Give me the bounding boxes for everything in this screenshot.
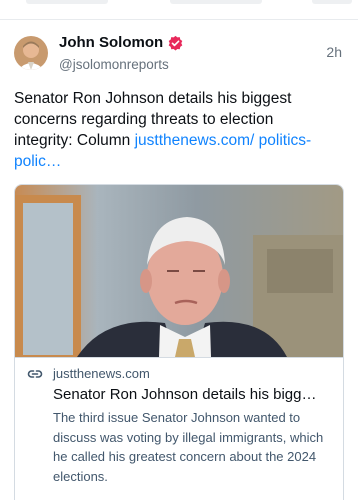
link-description: The third issue Senator Johnson wanted t… [53, 410, 324, 484]
author-name-text[interactable]: John Solomon [59, 34, 163, 52]
toolbar-stub [26, 0, 108, 4]
link-icon [27, 370, 43, 378]
toolbar-stub [170, 0, 262, 4]
previous-post-divider [0, 0, 358, 20]
author-display-name[interactable]: John Solomon [59, 34, 184, 52]
link-title[interactable]: Senator Ron Johnson details his bigg… [27, 385, 327, 404]
link-domain: justthenews.com [53, 366, 150, 381]
post-timestamp[interactable]: 2h [326, 44, 342, 60]
link-preview-meta[interactable]: justthenews.com Senator Ron Johnson deta… [15, 357, 343, 494]
toolbar-stub [312, 0, 352, 4]
link-preview-card[interactable]: justthenews.com Senator Ron Johnson deta… [14, 184, 344, 500]
post-body: Senator Ron Johnson details his biggest … [14, 88, 334, 172]
author-handle[interactable]: @jsolomonreports [59, 56, 184, 74]
verified-badge-icon [168, 35, 183, 50]
link-preview-image [15, 185, 343, 363]
avatar[interactable] [14, 36, 48, 70]
